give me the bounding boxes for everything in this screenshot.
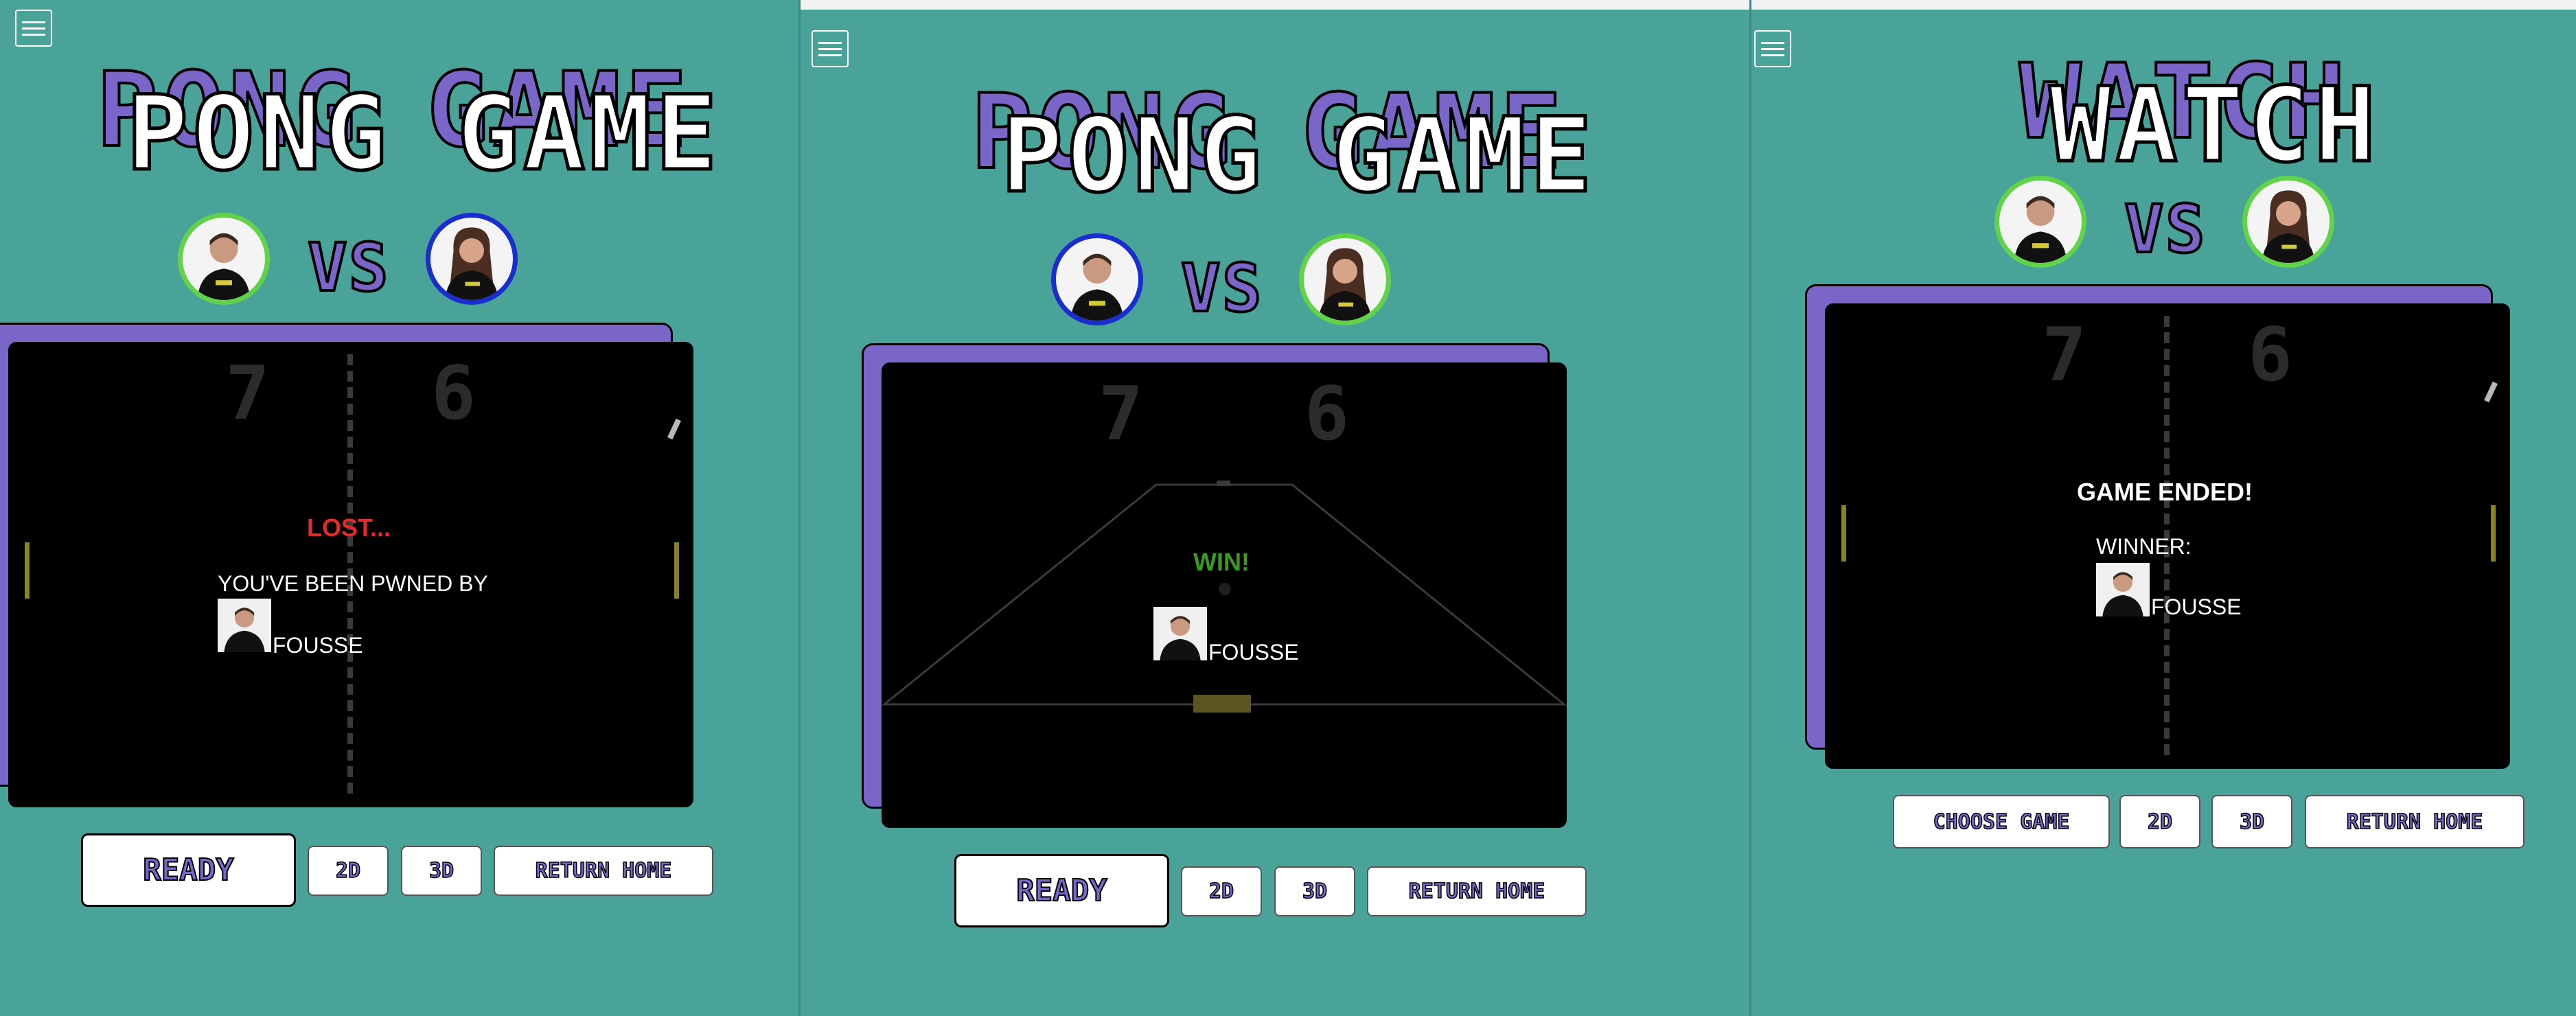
browser-top-bar	[1751, 0, 2576, 10]
mode-3d-button[interactable]: 3D	[1274, 866, 1355, 916]
player-left-avatar	[1994, 176, 2086, 268]
score-left: 7	[2042, 312, 2087, 398]
title-text: WATCH	[2048, 66, 2380, 185]
game-board: 7 6 LOST... YOU'VE BEEN PWNED BY FOUSSE	[8, 342, 693, 807]
result-subtitle: YOU'VE BEEN PWNED BY	[218, 571, 488, 596]
hamburger-menu-icon[interactable]	[15, 10, 52, 47]
watch-panel: WATCH WATCH VS 7 6 GAME ENDED! WINNER: F…	[1749, 0, 2576, 1016]
paddle-right	[2491, 505, 2496, 562]
choose-game-button[interactable]: CHOOSE GAME	[1893, 795, 2110, 848]
winner-label: WINNER:	[2096, 534, 2192, 559]
result-status: GAME ENDED!	[2077, 478, 2253, 506]
player-right-avatar	[426, 213, 518, 305]
score-right: 6	[2248, 312, 2293, 398]
vs-label: VS	[1180, 250, 1263, 327]
title-text: PONG GAME	[125, 74, 722, 194]
hamburger-menu-icon[interactable]	[1754, 30, 1791, 67]
paddle-left	[25, 542, 30, 599]
game-panel-win: PONG GAME PONG GAME VS 7 6 WIN! FOUSSE R…	[798, 0, 1751, 1016]
winner-name: FOUSSE	[273, 633, 363, 658]
mode-3d-button[interactable]: 3D	[2211, 795, 2292, 848]
player-left-avatar	[1051, 233, 1143, 325]
paddle-left	[1841, 505, 1846, 562]
vs-label: VS	[2123, 191, 2207, 268]
winner-avatar	[1153, 607, 1207, 660]
ball	[2484, 381, 2498, 403]
winner-avatar	[218, 599, 271, 652]
mode-2d-button[interactable]: 2D	[2119, 795, 2200, 848]
title-text: PONG GAME	[1000, 96, 1596, 216]
score-left: 7	[225, 351, 271, 437]
winner-name: FOUSSE	[2151, 594, 2242, 619]
player-right-avatar	[1299, 233, 1391, 325]
score-right: 6	[431, 351, 476, 437]
paddle-right	[674, 542, 679, 599]
result-status: LOST...	[307, 513, 391, 542]
return-home-button[interactable]: RETURN HOME	[494, 846, 713, 896]
game-panel-lost: PONG GAME PONG GAME VS 7 6 LOST... YOU'V…	[0, 0, 798, 1016]
ready-button[interactable]: READY	[954, 854, 1169, 927]
mode-3d-button[interactable]: 3D	[401, 846, 482, 896]
player-left-avatar	[178, 213, 270, 305]
mode-2d-button[interactable]: 2D	[1181, 866, 1262, 916]
watch-board: 7 6 GAME ENDED! WINNER: FOUSSE	[1825, 303, 2510, 769]
winner-avatar	[2096, 563, 2150, 616]
vs-label: VS	[306, 229, 390, 306]
mode-2d-button[interactable]: 2D	[308, 846, 389, 896]
browser-top-bar	[801, 0, 1751, 10]
hamburger-menu-icon[interactable]	[812, 30, 849, 67]
return-home-button[interactable]: RETURN HOME	[1367, 866, 1587, 916]
ready-button[interactable]: READY	[81, 833, 296, 907]
player-right-avatar	[2242, 176, 2334, 268]
result-status: WIN!	[1193, 548, 1250, 576]
return-home-button[interactable]: RETURN HOME	[2305, 795, 2525, 848]
winner-name: FOUSSE	[1208, 640, 1299, 665]
game-board-3d: 7 6 WIN! FOUSSE	[882, 362, 1567, 828]
3d-court	[882, 481, 1567, 713]
ball	[667, 418, 681, 440]
